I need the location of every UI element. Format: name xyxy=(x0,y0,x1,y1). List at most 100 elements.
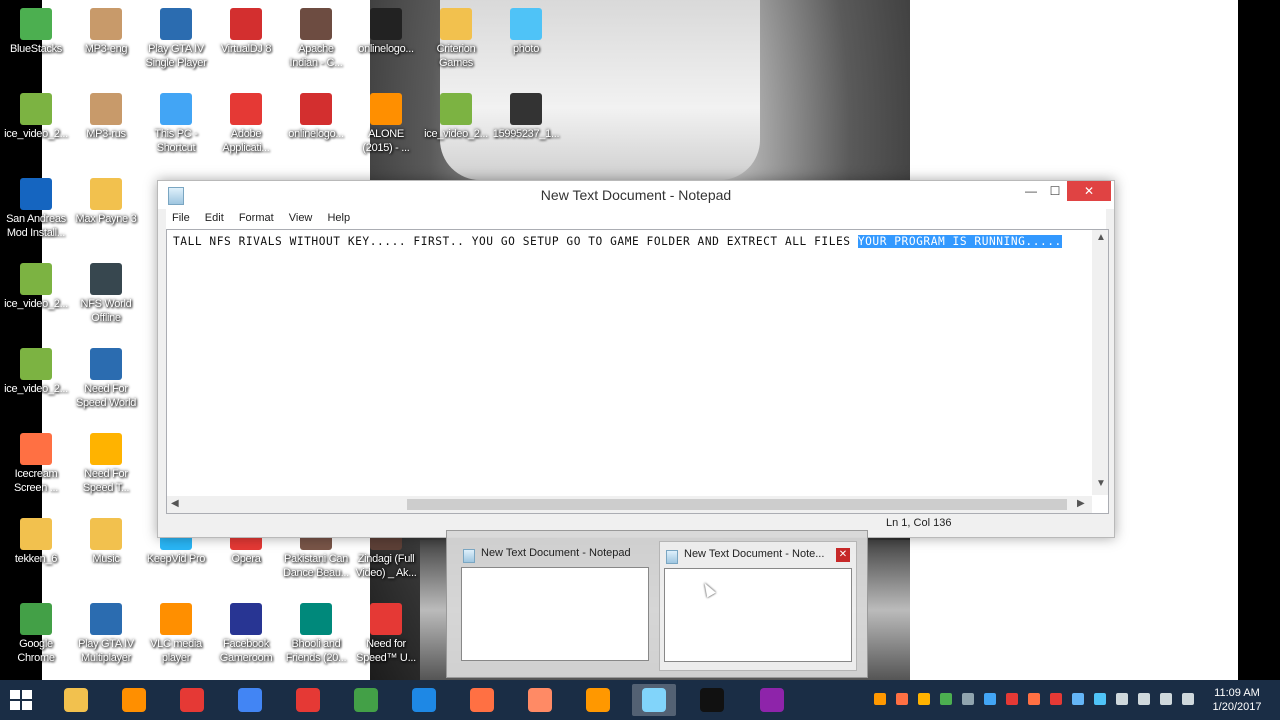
menu-file[interactable]: File xyxy=(166,209,196,224)
horizontal-scroll-thumb[interactable] xyxy=(407,499,1067,510)
menu-format[interactable]: Format xyxy=(233,209,280,224)
tray-icon[interactable] xyxy=(984,693,996,705)
desktop-icon[interactable]: Google Chrome xyxy=(0,603,72,665)
desktop-icon[interactable]: Need for Speed™ U... xyxy=(350,603,422,665)
desktop-icon[interactable]: VirtualDJ 8 xyxy=(210,8,282,56)
notepad-icon xyxy=(463,549,475,563)
thumbnail-window-2[interactable]: New Text Document - Note... ✕ xyxy=(659,541,857,671)
taskbar-item[interactable] xyxy=(112,684,156,716)
horizontal-scrollbar[interactable]: ◀ ▶ xyxy=(167,496,1092,513)
scroll-left-icon[interactable]: ◀ xyxy=(171,498,179,509)
desktop-icon[interactable]: MP3-eng xyxy=(70,8,142,56)
taskbar-item[interactable] xyxy=(344,684,388,716)
taskbar-item[interactable] xyxy=(286,684,330,716)
tray-icon[interactable] xyxy=(962,693,974,705)
desktop-icon-label: Opera xyxy=(231,553,261,565)
menu-view[interactable]: View xyxy=(283,209,319,224)
tray-icon[interactable] xyxy=(1050,693,1062,705)
minimize-button[interactable]: — xyxy=(1018,181,1044,201)
notepad-window[interactable]: New Text Document - Notepad — ☐ ✕ File E… xyxy=(157,180,1115,538)
close-button[interactable]: ✕ xyxy=(1067,181,1111,201)
scroll-up-icon[interactable]: ▲ xyxy=(1096,232,1106,243)
tray-icon[interactable] xyxy=(1116,693,1128,705)
menu-help[interactable]: Help xyxy=(321,209,356,224)
tray-icon[interactable] xyxy=(1072,693,1084,705)
icecream-screenshot-icon xyxy=(528,688,552,712)
desktop-icon[interactable]: ALONE (2015) - ... xyxy=(350,93,422,155)
document-text[interactable]: TALL NFS RIVALS WITHOUT KEY..... FIRST..… xyxy=(173,235,1062,248)
tray-icon[interactable] xyxy=(1006,693,1018,705)
clock[interactable]: 11:09 AM 1/20/2017 xyxy=(1210,686,1264,714)
tray-icon[interactable] xyxy=(918,693,930,705)
desktop-icon[interactable]: NFS World Offline xyxy=(70,263,142,325)
desktop-icon[interactable]: Music xyxy=(70,518,142,566)
desktop-icon[interactable]: This PC - Shortcut xyxy=(140,93,212,155)
desktop-icon[interactable]: Bhooli and Friends (20... xyxy=(280,603,352,665)
taskbar-item[interactable] xyxy=(54,684,98,716)
maximize-button[interactable]: ☐ xyxy=(1042,181,1068,201)
desktop-icon-label: Need For Speed T... xyxy=(82,468,130,494)
desktop-icon[interactable]: ice_video_2... xyxy=(0,93,72,141)
file-explorer-icon xyxy=(64,688,88,712)
taskbar-item[interactable] xyxy=(690,684,734,716)
desktop-icon[interactable]: Facebook Gameroom xyxy=(210,603,282,665)
desktop-icon[interactable]: VLC media player xyxy=(140,603,212,665)
title-bar[interactable]: New Text Document - Notepad — ☐ ✕ xyxy=(158,181,1114,209)
taskbar-item[interactable] xyxy=(632,684,676,716)
tray-icon[interactable] xyxy=(1028,693,1040,705)
taskbar-item[interactable] xyxy=(576,684,620,716)
thumbnail-title: New Text Document - Notepad xyxy=(481,547,631,559)
desktop-icon[interactable]: San Andreas Mod Install... xyxy=(0,178,72,240)
this-pc-icon xyxy=(160,93,192,125)
desktop-icon[interactable]: tekken_6 xyxy=(0,518,72,566)
tray-icon[interactable] xyxy=(1138,693,1150,705)
desktop-icon[interactable]: BlueStacks xyxy=(0,8,72,56)
thumbnail-title: New Text Document - Note... xyxy=(684,548,825,560)
desktop-icon[interactable]: onlinelogo... xyxy=(280,93,352,141)
tray-icon[interactable] xyxy=(874,693,886,705)
desktop-icon[interactable]: Max Payne 3 xyxy=(70,178,142,226)
music-folder-icon xyxy=(90,518,122,550)
desktop-icon[interactable]: Need For Speed T... xyxy=(70,433,142,495)
menu-edit[interactable]: Edit xyxy=(199,209,230,224)
desktop-icon[interactable]: 15995237_1... xyxy=(490,93,562,141)
tray-icon[interactable] xyxy=(896,693,908,705)
tray-icon[interactable] xyxy=(1094,693,1106,705)
desktop-icon[interactable]: Need For Speed World xyxy=(70,348,142,410)
desktop-icon[interactable]: ice_video_2... xyxy=(420,93,492,141)
desktop-icon[interactable]: onlinelogo... xyxy=(350,8,422,56)
desktop-icon[interactable]: Icecream Screen ... xyxy=(0,433,72,495)
desktop-icon[interactable]: Play GTA IV Multiplayer xyxy=(70,603,142,665)
desktop-icon[interactable]: ice_video_2... xyxy=(0,348,72,396)
scroll-right-icon[interactable]: ▶ xyxy=(1077,498,1085,509)
desktop-icon[interactable]: ice_video_2... xyxy=(0,263,72,311)
desktop-icon[interactable]: MP3-rus xyxy=(70,93,142,141)
desktop-icon[interactable]: Play GTA IV Single Player xyxy=(140,8,212,70)
tray-icon[interactable] xyxy=(1182,693,1194,705)
virtualdj-icon xyxy=(230,8,262,40)
windows-start-icon[interactable] xyxy=(10,690,32,710)
vertical-scrollbar[interactable]: ▲ ▼ xyxy=(1092,230,1108,495)
taskbar-item[interactable] xyxy=(750,684,794,716)
thumbnail-close-button[interactable]: ✕ xyxy=(836,548,850,562)
desktop-icon-label: San Andreas Mod Install... xyxy=(6,213,66,239)
taskbar-item[interactable] xyxy=(228,684,272,716)
scroll-down-icon[interactable]: ▼ xyxy=(1096,478,1106,489)
cursor-position: Ln 1, Col 136 xyxy=(886,517,952,529)
desktop-icon[interactable]: Adobe Applicati... xyxy=(210,93,282,155)
thumbnail-preview[interactable] xyxy=(461,567,649,661)
tray-icon[interactable] xyxy=(940,693,952,705)
desktop-icon[interactable]: photo xyxy=(490,8,562,56)
thumbnail-preview[interactable] xyxy=(664,568,852,662)
text-editor-area[interactable]: TALL NFS RIVALS WITHOUT KEY..... FIRST..… xyxy=(166,229,1109,514)
taskbar-item[interactable] xyxy=(170,684,214,716)
desktop-icon[interactable]: Criterion Games xyxy=(420,8,492,70)
taskbar-item[interactable] xyxy=(518,684,562,716)
taskbar-item[interactable] xyxy=(402,684,446,716)
right-black-bar xyxy=(1238,0,1280,680)
thumbnail-window-1[interactable]: New Text Document - Notepad xyxy=(457,541,653,669)
tray-icon[interactable] xyxy=(1160,693,1172,705)
desktop-icon[interactable]: Apache Indian - C... xyxy=(280,8,352,70)
taskbar-item[interactable] xyxy=(460,684,504,716)
taskbar-thumbnail-popup: New Text Document - Notepad New Text Doc… xyxy=(446,530,868,678)
